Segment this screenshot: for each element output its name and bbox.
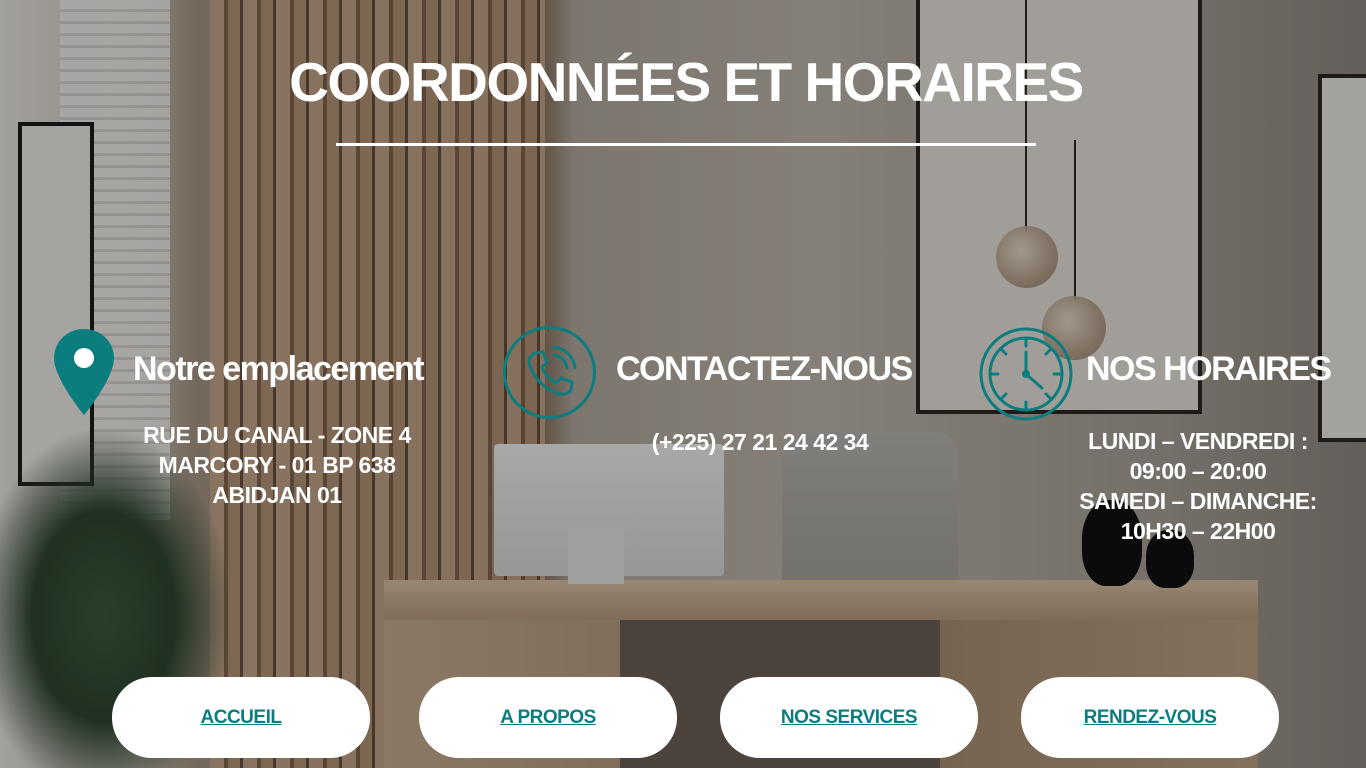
address-line: ABIDJAN 01	[212, 482, 342, 508]
address-line: RUE DU CANAL - ZONE 4	[143, 422, 411, 448]
hours-weekday-time: 09:00 – 20:00	[1129, 458, 1267, 484]
title-divider	[336, 143, 1036, 146]
map-pin-icon	[52, 327, 116, 422]
clock-icon	[978, 326, 1074, 427]
address-line: MARCORY - 01 BP 638	[158, 452, 396, 478]
nav-button-a-propos[interactable]: A PROPOS	[419, 677, 677, 758]
location-heading: Notre emplacement	[133, 350, 425, 388]
hours-weekday-label: LUNDI – VENDREDI :	[1088, 428, 1308, 454]
hours-block: LUNDI – VENDREDI : 09:00 – 20:00 SAMEDI …	[1048, 426, 1348, 546]
hours-heading: NOS HORAIRES	[1086, 350, 1332, 388]
address-block: RUE DU CANAL - ZONE 4 MARCORY - 01 BP 63…	[127, 420, 427, 510]
contact-phone[interactable]: (+225) 27 21 24 42 34	[620, 427, 900, 457]
hours-weekend-label: SAMEDI – DIMANCHE:	[1079, 488, 1317, 514]
nav-button-accueil[interactable]: ACCUEIL	[112, 677, 370, 758]
contact-heading: CONTACTEZ-NOUS	[616, 350, 913, 388]
page-title: COORDONNÉES ET HORAIRES	[289, 51, 1084, 113]
nav-button-rendez-vous[interactable]: RENDEZ-VOUS	[1021, 677, 1279, 758]
nav-button-nos-services[interactable]: NOS SERVICES	[720, 677, 978, 758]
contact-page: COORDONNÉES ET HORAIRES Notre emplacemen…	[0, 0, 1366, 768]
hours-weekend-time: 10H30 – 22H00	[1120, 518, 1276, 544]
phone-call-icon	[502, 325, 597, 425]
